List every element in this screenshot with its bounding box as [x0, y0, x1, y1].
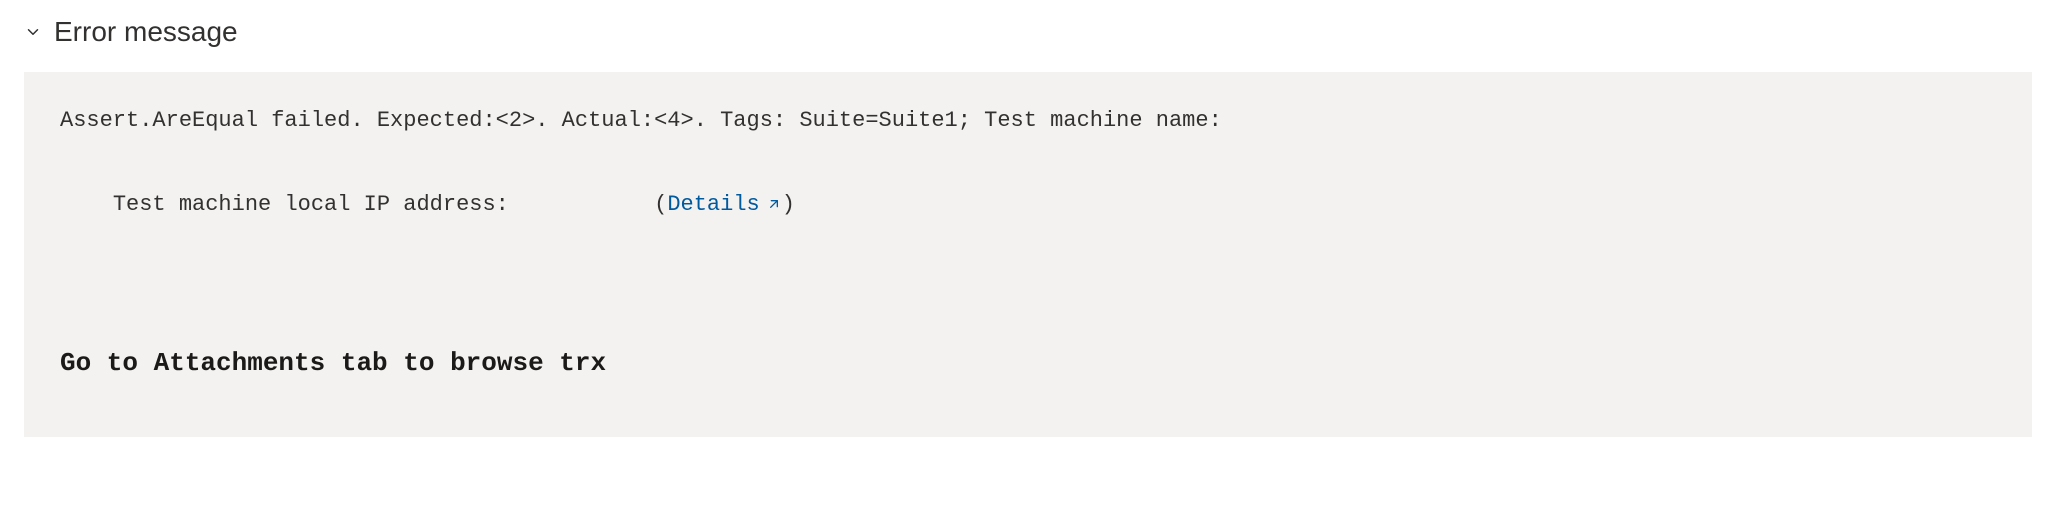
attachments-hint: Go to Attachments tab to browse trx: [60, 339, 1996, 388]
error-line2-prefix: Test machine local IP address:: [113, 192, 654, 217]
details-link-label: Details: [667, 184, 759, 226]
error-message-block: Assert.AreEqual failed. Expected:<2>. Ac…: [24, 72, 2032, 437]
details-link[interactable]: Details: [667, 184, 781, 226]
chevron-down-icon: [24, 23, 42, 41]
details-paren-open: (: [654, 192, 667, 217]
external-link-icon: [766, 196, 782, 212]
error-text-line-2: Test machine local IP address: (Details): [60, 142, 1996, 267]
details-paren-close: ): [782, 192, 795, 217]
error-text-line-1: Assert.AreEqual failed. Expected:<2>. Ac…: [60, 100, 1996, 142]
section-title: Error message: [54, 16, 238, 48]
error-message-section-toggle[interactable]: Error message: [24, 16, 2032, 48]
